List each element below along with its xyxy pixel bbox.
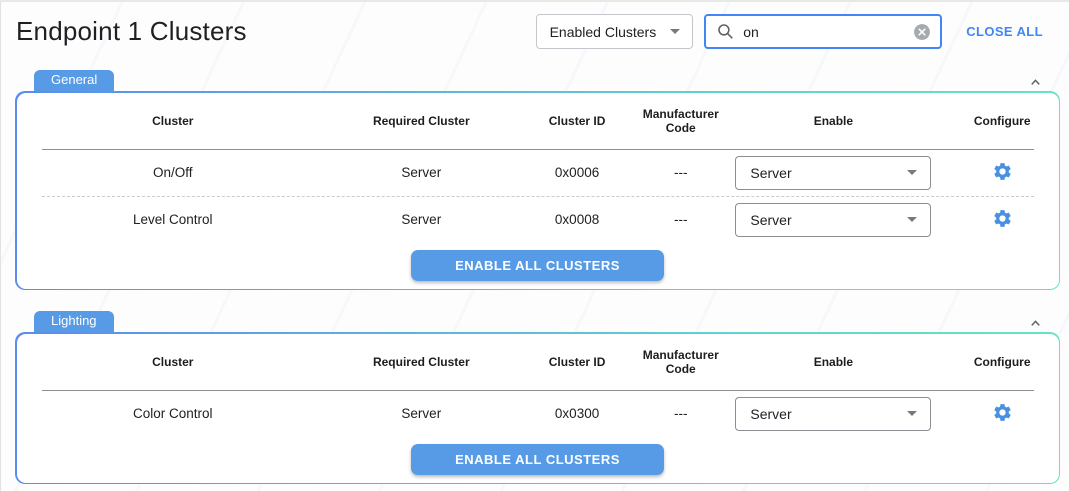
cluster-id: 0x0300 <box>514 406 641 421</box>
chevron-down-icon <box>907 217 917 222</box>
table-row: Color Control Server 0x0300 --- Server <box>17 391 1059 437</box>
column-header-configure: Configure <box>946 114 1059 128</box>
section-tab-general: General <box>34 70 114 91</box>
enable-all-clusters-button[interactable]: ENABLE ALL CLUSTERS <box>411 444 664 475</box>
table-row: On/Off Server 0x0006 --- Server <box>17 150 1059 196</box>
section-tab-label: Lighting <box>51 313 97 328</box>
cluster-id: 0x0008 <box>514 212 641 227</box>
table-header-row: Cluster Required Cluster Cluster ID Manu… <box>17 93 1059 149</box>
manufacturer-code: --- <box>641 165 721 180</box>
column-header-enable: Enable <box>721 355 946 369</box>
chevron-down-icon <box>907 170 917 175</box>
table-header-row: Cluster Required Cluster Cluster ID Manu… <box>17 334 1059 390</box>
column-header-manufacturer-code: Manufacturer Code <box>641 348 721 376</box>
enable-select[interactable]: Server <box>735 397 931 431</box>
search-box[interactable] <box>704 14 942 49</box>
cluster-name: Color Control <box>17 406 330 421</box>
cluster-name: Level Control <box>17 212 330 227</box>
chevron-up-icon <box>1027 75 1044 90</box>
close-all-button[interactable]: CLOSE ALL <box>966 24 1043 39</box>
enable-select-value: Server <box>750 212 791 228</box>
enable-select-value: Server <box>750 165 791 181</box>
column-header-cluster-id: Cluster ID <box>514 114 641 128</box>
cluster-sections: General Cluster Required Cluster Cluster… <box>1 69 1069 484</box>
endpoint-clusters-page: Endpoint 1 Clusters Enabled Clusters CLO… <box>0 0 1069 491</box>
column-header-required-cluster: Required Cluster <box>329 355 513 369</box>
column-header-cluster-id: Cluster ID <box>514 355 641 369</box>
cluster-filter-dropdown[interactable]: Enabled Clusters <box>536 14 694 49</box>
section-card-border: Cluster Required Cluster Cluster ID Manu… <box>15 332 1060 484</box>
section-card: Cluster Required Cluster Cluster ID Manu… <box>17 93 1059 289</box>
required-cluster: Server <box>329 165 513 180</box>
column-header-cluster: Cluster <box>17 114 330 128</box>
column-header-manufacturer-code: Manufacturer Code <box>641 107 721 135</box>
top-toolbar: Endpoint 1 Clusters Enabled Clusters CLO… <box>1 2 1069 55</box>
section-tab-label: General <box>51 72 97 87</box>
cluster-filter-value: Enabled Clusters <box>550 24 657 40</box>
enable-select[interactable]: Server <box>735 203 931 237</box>
enable-all-clusters-button[interactable]: ENABLE ALL CLUSTERS <box>411 250 664 281</box>
configure-button[interactable] <box>992 402 1013 423</box>
chevron-down-icon <box>907 411 917 416</box>
collapse-section-button[interactable] <box>1025 73 1046 91</box>
chevron-down-icon <box>670 29 680 34</box>
section-card: Cluster Required Cluster Cluster ID Manu… <box>17 334 1059 483</box>
manufacturer-code: --- <box>641 212 721 227</box>
table-row: Level Control Server 0x0008 --- Server <box>17 197 1059 243</box>
search-icon <box>716 22 735 41</box>
required-cluster: Server <box>329 212 513 227</box>
enable-select[interactable]: Server <box>735 156 931 190</box>
cluster-name: On/Off <box>17 165 330 180</box>
section-card-border: Cluster Required Cluster Cluster ID Manu… <box>15 91 1060 290</box>
clear-search-icon[interactable] <box>912 22 932 42</box>
gear-icon <box>992 161 1013 182</box>
section-lighting: Lighting Cluster Required Cluster Cluste… <box>15 310 1060 484</box>
search-input[interactable] <box>735 24 912 40</box>
enable-all-row: ENABLE ALL CLUSTERS <box>17 437 1059 483</box>
toolbar-controls: Enabled Clusters CLOSE ALL <box>536 14 1043 49</box>
gear-icon <box>992 208 1013 229</box>
chevron-up-icon <box>1027 316 1044 331</box>
section-tab-lighting: Lighting <box>34 311 114 332</box>
column-header-enable: Enable <box>721 114 946 128</box>
section-general-tab-row: General <box>15 69 1060 91</box>
configure-button[interactable] <box>992 161 1013 182</box>
column-header-configure: Configure <box>946 355 1059 369</box>
manufacturer-code: --- <box>641 406 721 421</box>
column-header-required-cluster: Required Cluster <box>329 114 513 128</box>
collapse-section-button[interactable] <box>1025 314 1046 332</box>
gear-icon <box>992 402 1013 423</box>
enable-all-row: ENABLE ALL CLUSTERS <box>17 243 1059 289</box>
cluster-id: 0x0006 <box>514 165 641 180</box>
column-header-cluster: Cluster <box>17 355 330 369</box>
section-general: General Cluster Required Cluster Cluster… <box>15 69 1060 290</box>
section-lighting-tab-row: Lighting <box>15 310 1060 332</box>
enable-select-value: Server <box>750 406 791 422</box>
configure-button[interactable] <box>992 208 1013 229</box>
page-title: Endpoint 1 Clusters <box>16 16 247 47</box>
required-cluster: Server <box>329 406 513 421</box>
